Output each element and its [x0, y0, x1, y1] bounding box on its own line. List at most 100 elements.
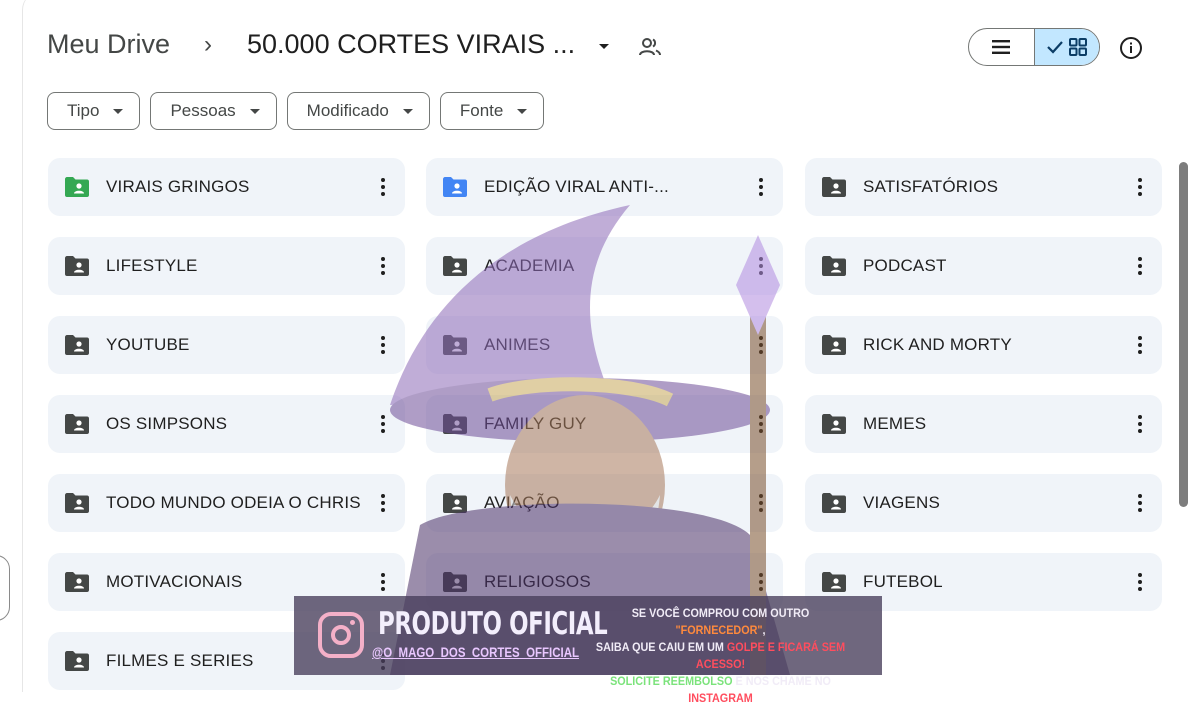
shared-folder-icon	[443, 177, 467, 197]
more-options-icon[interactable]	[381, 257, 385, 275]
folder-card[interactable]: PODCAST	[805, 237, 1162, 295]
more-options-icon[interactable]	[759, 573, 763, 591]
shared-folder-icon	[822, 493, 846, 513]
folder-card[interactable]: VIRAIS GRINGOS	[48, 158, 405, 216]
folder-card[interactable]: ACADEMIA	[426, 237, 783, 295]
more-options-icon[interactable]	[381, 178, 385, 196]
filter-source[interactable]: Fonte	[439, 92, 545, 130]
breadcrumb-current-folder[interactable]: 50.000 CORTES VIRAIS ...	[247, 29, 575, 60]
dropdown-caret-icon	[517, 108, 528, 114]
banner-text: SAIBA QUE CAIU EM UM	[595, 640, 727, 654]
info-icon[interactable]	[1119, 36, 1143, 60]
shared-folder-icon	[65, 177, 89, 197]
checkmark-icon	[1046, 41, 1063, 54]
folder-card[interactable]: FAMILY GUY	[426, 395, 783, 453]
more-options-icon[interactable]	[1138, 178, 1142, 196]
shared-folder-icon	[443, 572, 467, 592]
folder-card[interactable]: YOUTUBE	[48, 316, 405, 374]
folder-card[interactable]: AVIAÇÃO	[426, 474, 783, 532]
folder-card[interactable]: TODO MUNDO ODEIA O CHRIS	[48, 474, 405, 532]
list-view-button[interactable]	[969, 29, 1034, 65]
more-options-icon[interactable]	[381, 336, 385, 354]
more-options-icon[interactable]	[759, 494, 763, 512]
vertical-scrollbar[interactable]	[1179, 162, 1188, 507]
view-toggle	[968, 28, 1100, 66]
folder-name: ANIMES	[484, 335, 551, 354]
folder-name: FAMILY GUY	[484, 414, 587, 433]
list-icon	[992, 40, 1011, 54]
shared-folder-icon	[822, 177, 846, 197]
more-options-icon[interactable]	[1138, 494, 1142, 512]
folder-name: ACADEMIA	[484, 256, 575, 275]
filter-modified[interactable]: Modificado	[286, 92, 430, 130]
folder-name: RICK AND MORTY	[863, 335, 1012, 354]
folder-name: VIRAIS GRINGOS	[106, 177, 250, 196]
folder-name: AVIAÇÃO	[484, 493, 560, 512]
shared-folder-icon	[65, 493, 89, 513]
instagram-icon	[318, 612, 364, 658]
folder-name: PODCAST	[863, 256, 947, 275]
filter-label: Tipo	[67, 101, 100, 120]
more-options-icon[interactable]	[759, 336, 763, 354]
dropdown-caret-icon	[402, 108, 413, 114]
folder-name: RELIGIOSOS	[484, 572, 591, 591]
filter-label: Pessoas	[170, 101, 236, 120]
shared-folder-icon	[822, 256, 846, 276]
filter-label: Fonte	[459, 101, 504, 120]
shared-folder-icon	[65, 335, 89, 355]
dropdown-caret-icon	[249, 108, 260, 114]
folder-card[interactable]: EDIÇÃO VIRAL ANTI-...	[426, 158, 783, 216]
dropdown-caret-icon	[113, 108, 124, 114]
shared-folder-icon	[822, 572, 846, 592]
more-options-icon[interactable]	[759, 257, 763, 275]
folder-menu-caret-icon[interactable]	[597, 42, 611, 52]
shared-folder-icon	[65, 572, 89, 592]
breadcrumb-separator: ›	[204, 31, 212, 58]
folder-card[interactable]: ANIMES	[426, 316, 783, 374]
folder-name: VIAGENS	[863, 493, 940, 512]
banner-highlight: INSTAGRAM	[688, 691, 753, 705]
instagram-handle-link[interactable]: @O_MAGO_DOS_CORTES_OFFICIAL	[372, 644, 579, 660]
folder-name: FUTEBOL	[863, 572, 943, 591]
banner-text: SE VOCÊ COMPROU COM OUTRO	[631, 606, 810, 620]
folder-card[interactable]: LIFESTYLE	[48, 237, 405, 295]
folder-card[interactable]: MEMES	[805, 395, 1162, 453]
more-options-icon[interactable]	[759, 415, 763, 433]
promo-banner: PRODUTO OFICIAL @O_MAGO_DOS_CORTES_OFFIC…	[294, 596, 882, 705]
more-options-icon[interactable]	[1138, 573, 1142, 591]
more-options-icon[interactable]	[381, 494, 385, 512]
shared-folder-icon	[65, 256, 89, 276]
shared-folder-icon	[822, 335, 846, 355]
shared-folder-icon	[443, 493, 467, 513]
banner-text: E NOS CHAME NO	[732, 674, 831, 688]
folder-card[interactable]: OS SIMPSONS	[48, 395, 405, 453]
folder-name: OS SIMPSONS	[106, 414, 228, 433]
grid-view-button[interactable]	[1033, 29, 1099, 65]
shared-folder-icon	[639, 38, 661, 56]
folder-card[interactable]: SATISFATÓRIOS	[805, 158, 1162, 216]
filter-label: Modificado	[306, 101, 389, 120]
folder-name: SATISFATÓRIOS	[863, 177, 999, 196]
more-options-icon[interactable]	[1138, 415, 1142, 433]
folder-name: FILMES E SERIES	[106, 651, 254, 670]
folder-card[interactable]: VIAGENS	[805, 474, 1162, 532]
more-options-icon[interactable]	[381, 573, 385, 591]
more-options-icon[interactable]	[759, 178, 763, 196]
breadcrumb-root[interactable]: Meu Drive	[47, 29, 170, 60]
banner-highlight: "FORNECEDOR"	[675, 623, 763, 637]
banner-message: SE VOCÊ COMPROU COM OUTRO "FORNECEDOR", …	[590, 605, 851, 707]
banner-text: ,	[762, 623, 766, 637]
more-options-icon[interactable]	[381, 415, 385, 433]
shared-folder-icon	[443, 414, 467, 434]
shared-folder-icon	[443, 335, 467, 355]
folder-name: MOTIVACIONAIS	[106, 572, 243, 591]
grid-icon	[1068, 38, 1087, 56]
filter-type[interactable]: Tipo	[47, 92, 141, 130]
folder-name: YOUTUBE	[106, 335, 190, 354]
folder-card[interactable]: RICK AND MORTY	[805, 316, 1162, 374]
filter-chips: Tipo Pessoas Modificado Fonte	[47, 92, 545, 130]
filter-people[interactable]: Pessoas	[150, 92, 277, 130]
side-panel-edge[interactable]	[0, 555, 10, 621]
more-options-icon[interactable]	[1138, 257, 1142, 275]
more-options-icon[interactable]	[1138, 336, 1142, 354]
